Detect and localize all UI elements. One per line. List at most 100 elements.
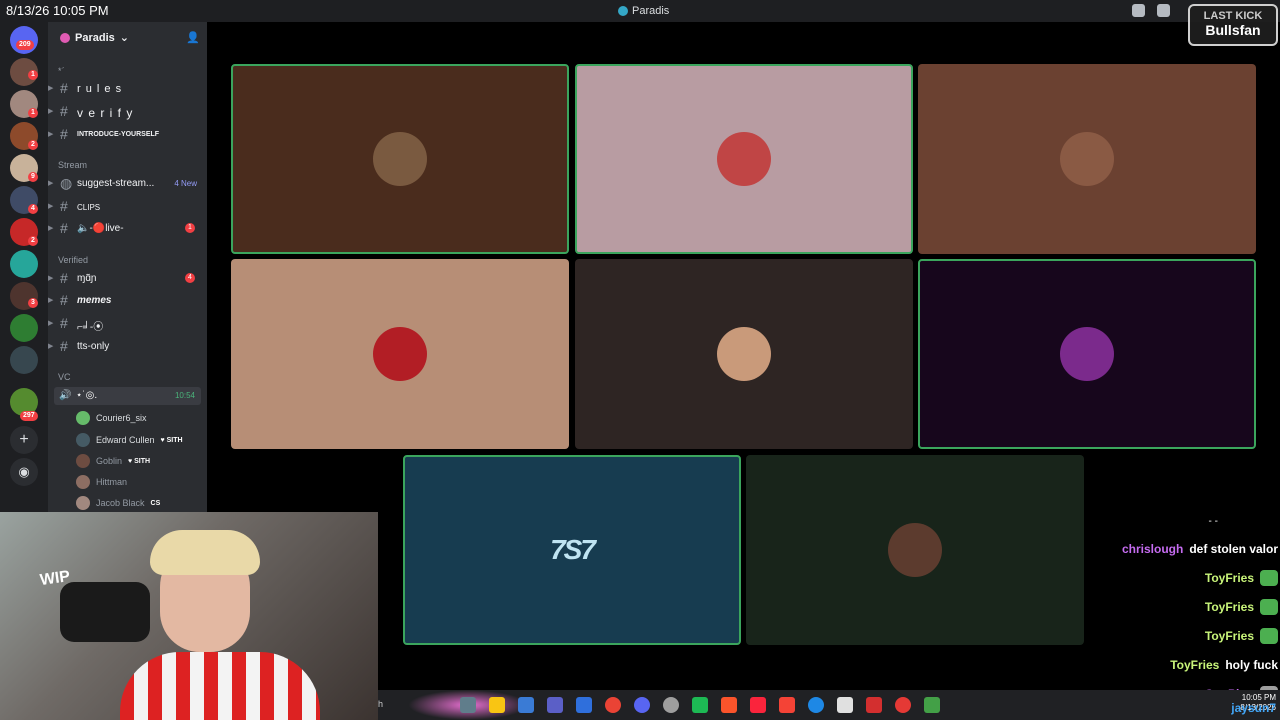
opera-icon[interactable] [895, 697, 911, 713]
explore-icon[interactable]: ◉ [10, 458, 38, 486]
streamer-shirt [120, 652, 320, 720]
taskbar-search[interactable]: h [378, 699, 383, 709]
stream-clock: 8/13/26 10:05 PM [6, 3, 109, 18]
category-verified[interactable]: Verified [58, 255, 88, 265]
streamer-hair [150, 530, 260, 575]
app-icon[interactable] [866, 697, 882, 713]
window-title-label: Paradis [632, 5, 670, 17]
chat-username: ToyFries [1204, 628, 1254, 643]
participant-tile[interactable] [575, 259, 913, 449]
channel-introduce[interactable]: ▶ # INTRODUCE-YOURSELF [48, 125, 207, 145]
spotify-icon[interactable] [692, 697, 708, 713]
category-misc[interactable]: *ˊ [58, 66, 65, 76]
participant-tile[interactable]: 7S7 [403, 455, 741, 645]
participant-tile[interactable] [746, 455, 1084, 645]
new-posts-badge: 4 New [174, 179, 197, 188]
collapse-arrow-icon: ▶ [48, 131, 54, 138]
participant-tile[interactable] [575, 64, 913, 254]
help-icon[interactable] [1157, 4, 1170, 17]
channel-main[interactable]: ▶ # ɱɑ̃ɲ 4 [48, 269, 207, 289]
discord-logo-icon [618, 6, 628, 16]
server-icon[interactable] [10, 346, 38, 374]
copilot-icon[interactable] [518, 697, 534, 713]
title-bar-actions [1132, 4, 1170, 17]
title-bar: 8/13/26 10:05 PM Paradis [0, 0, 1280, 22]
collapse-arrow-icon: ▶ [48, 108, 54, 115]
channel-verify[interactable]: ▶ # v e r i f y [48, 102, 207, 122]
role-tag: ♥ SITH [160, 436, 183, 444]
server-icon[interactable] [10, 314, 38, 342]
channel-label: INTRODUCE-YOURSELF [77, 131, 160, 138]
os-taskbar: h 10:05 PM 8/13/2026 jaysun7 [378, 690, 1280, 720]
collapse-arrow-icon: ▶ [48, 275, 54, 282]
hash-icon: # [60, 80, 68, 96]
channel-label: r u l e s [77, 83, 123, 95]
forum-icon: ◍ [60, 175, 73, 191]
voice-user[interactable]: Hittman [76, 473, 127, 491]
store-icon[interactable] [576, 697, 592, 713]
help-app-icon[interactable] [808, 697, 824, 713]
voice-user[interactable]: Jacob Black CS [76, 494, 160, 512]
voice-channel-active[interactable]: 🔊 ⋆˙◎. 10:54 [54, 387, 201, 405]
file-explorer-icon[interactable] [489, 697, 505, 713]
server-badge: 4 [28, 204, 38, 214]
system-tray[interactable]: 10:05 PM 8/13/2026 jaysun7 [1231, 693, 1276, 714]
participant-tile[interactable] [918, 64, 1256, 254]
guild-name: Paradis [75, 31, 115, 44]
participant-avatar [717, 132, 771, 186]
hash-icon: # [60, 126, 68, 142]
channel-clips[interactable]: ▶ # CLIPS [48, 197, 207, 217]
snip-icon[interactable] [837, 697, 853, 713]
collapse-arrow-icon: ▶ [48, 85, 54, 92]
chrome-icon[interactable] [605, 697, 621, 713]
server-icon[interactable] [10, 250, 38, 278]
channel-symbols[interactable]: ▶ # ⌐╛-⦿ [48, 314, 207, 334]
chat-message: ToyFries holy fuck [1058, 650, 1278, 679]
xbox-icon[interactable] [924, 697, 940, 713]
category-stream[interactable]: Stream [58, 160, 87, 170]
chat-dots: - - [1208, 516, 1218, 527]
category-vc[interactable]: VC [58, 372, 71, 382]
channel-label: v e r i f y [77, 106, 134, 120]
server-badge: 2 [28, 140, 38, 150]
channel-memes[interactable]: ▶ # memes [48, 291, 207, 311]
microphone [60, 582, 150, 642]
task-view-icon[interactable] [460, 697, 476, 713]
teams-icon[interactable] [547, 697, 563, 713]
chat-username: ToyFries [1204, 599, 1254, 614]
speaker-icon: 🔊 [59, 390, 72, 401]
voice-user-name: Edward Cullen [96, 435, 155, 445]
guild-header[interactable]: Paradis ⌄ [60, 31, 129, 44]
participant-tile[interactable] [231, 259, 569, 449]
invite-icon[interactable]: 👤 [186, 32, 200, 44]
channel-suggest-stream[interactable]: ▶ ◍ suggest-stream... 4 New [48, 174, 207, 194]
voice-user-name: Courier6_six [96, 413, 147, 423]
collapse-arrow-icon: ▶ [48, 320, 54, 327]
voice-user[interactable]: Edward Cullen ♥ SITH [76, 431, 183, 449]
participant-tile[interactable] [918, 259, 1256, 449]
chat-message: ToyFries [1058, 592, 1278, 621]
role-tag: ♥ SITH [128, 457, 151, 465]
channel-rules[interactable]: ▶ # r u l e s [48, 79, 207, 99]
add-server-icon[interactable]: + [10, 426, 38, 454]
app-icon[interactable] [779, 697, 795, 713]
team-logo: 7S7 [550, 534, 596, 565]
participant-avatar [1060, 132, 1114, 186]
hash-icon: # [60, 292, 68, 308]
brave-icon[interactable] [721, 697, 737, 713]
voice-user[interactable]: Goblin ♥ SITH [76, 452, 150, 470]
voice-user[interactable]: Courier6_six [76, 409, 147, 427]
channel-label: ɱɑ̃ɲ [77, 273, 97, 284]
channel-label: tts-only [77, 341, 110, 352]
chat-username: ToyFries [1170, 657, 1220, 672]
participant-avatar [888, 523, 942, 577]
music-icon[interactable] [750, 697, 766, 713]
participant-tile[interactable] [231, 64, 569, 254]
collapse-arrow-icon: ▶ [48, 203, 54, 210]
inbox-icon[interactable] [1132, 4, 1145, 17]
obs-icon[interactable] [663, 697, 679, 713]
hash-icon: # [60, 220, 68, 236]
channel-tts-only[interactable]: ▶ # tts-only [48, 337, 207, 357]
channel-live[interactable]: ▶ # 🔈-🔴live- 1 [48, 219, 207, 239]
discord-icon[interactable] [634, 697, 650, 713]
